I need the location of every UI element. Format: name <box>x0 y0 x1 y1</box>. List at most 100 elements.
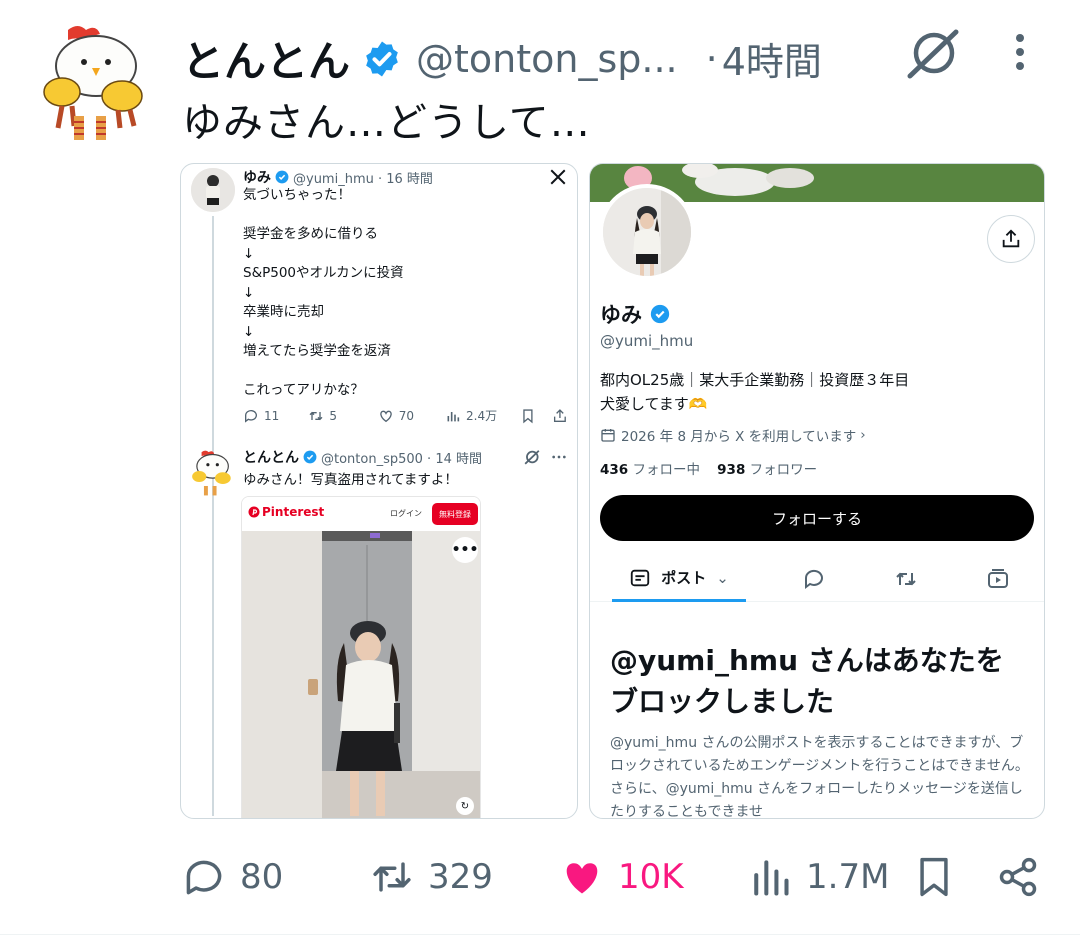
share-button[interactable] <box>996 852 1040 902</box>
reply-stat: 11 <box>243 408 308 424</box>
verified-badge-icon <box>275 170 289 184</box>
quoted-tweet-actions: 11 5 70 2.4万 <box>243 407 573 424</box>
tweet-time[interactable]: 4時間 <box>722 31 822 86</box>
author-handle[interactable]: @tonton_sp... <box>416 37 678 81</box>
verified-badge-icon <box>650 304 670 324</box>
profile-joined-text: 2026 年 8 月から X を利用しています <box>621 429 857 445</box>
like-count: 70 <box>398 408 414 423</box>
chicken-avatar <box>192 450 231 496</box>
x-logo-icon <box>550 169 566 185</box>
like-count: 10K <box>618 857 684 897</box>
pinterest-p-icon <box>248 506 260 518</box>
yumi-avatar <box>191 168 235 212</box>
views-count: 1.7M <box>806 857 890 897</box>
profile-follow-stats: 436 フォロー中 938 フォロワー <box>600 458 817 478</box>
repost-count: 329 <box>428 857 493 897</box>
like-button[interactable]: 10K <box>560 852 684 902</box>
more-options-icon <box>552 455 566 459</box>
repost-icon <box>309 411 323 420</box>
reply-count: 80 <box>240 857 284 897</box>
tweet-header: とんとん @tonton_sp... · 4時間 <box>182 28 822 89</box>
reply-icon <box>244 409 257 423</box>
media-icon <box>988 569 1008 588</box>
reply-icon <box>804 569 823 589</box>
follow-button: フォローする <box>600 495 1034 541</box>
more-options-icon[interactable] <box>1006 32 1034 72</box>
quoted-tweet-header: ゆみ @yumi_hmu · 16 時間 <box>243 167 433 187</box>
elevator-photo <box>242 531 480 818</box>
followers-label: フォロワー <box>749 462 818 478</box>
bookmark-icon <box>920 857 948 897</box>
bookmark-icon <box>523 408 533 423</box>
quoted-handle-time: @yumi_hmu · 16 時間 <box>293 171 433 187</box>
chicken-avatar[interactable] <box>38 22 156 144</box>
following-count: 436 <box>600 462 629 478</box>
media-image-thread[interactable]: ゆみ @yumi_hmu · 16 時間 気づいちゃった！ 奨学金を多めに借りる… <box>180 163 578 819</box>
verified-badge-icon <box>303 450 317 464</box>
reply-count: 11 <box>264 408 280 423</box>
pinterest-signup-button: 無料登録 <box>432 503 478 525</box>
tab-replies <box>790 556 838 602</box>
profile-share-button <box>987 215 1035 263</box>
pinterest-logo: Pinterest <box>248 505 324 519</box>
share-icon <box>554 408 567 422</box>
views-stat: 2.4万 <box>445 407 520 424</box>
chevron-right-icon: › <box>860 427 866 443</box>
share-icon <box>1002 229 1020 248</box>
repost-icon <box>896 572 916 586</box>
blocked-body: @yumi_hmu さんの公開ポストを表示することはできますが、ブロックされてい… <box>610 735 1029 819</box>
bookmark-button[interactable] <box>912 852 956 902</box>
repost-count: 5 <box>329 408 337 423</box>
profile-avatar <box>599 184 695 280</box>
reply-handle-time: @tonton_sp500 · 14 時間 <box>321 451 482 467</box>
media-image-profile[interactable]: ゆみ @yumi_hmu 都内OL25歳｜某大手企業勤務｜投資歴３年目 犬愛して… <box>589 163 1045 819</box>
repost-stat: 5 <box>308 408 377 424</box>
views-button[interactable]: 1.7M <box>748 852 889 902</box>
profile-handle: @yumi_hmu <box>600 332 694 350</box>
reply-button[interactable]: 80 <box>182 852 283 902</box>
profile-display-name: ゆみ <box>600 303 642 327</box>
blocked-title: @yumi_hmu さんはあなたをブロックしました <box>610 644 1004 718</box>
followers-count: 938 <box>717 462 746 478</box>
tab-reposts <box>882 556 930 602</box>
pinterest-topbar: Pinterest ログイン 無料登録 <box>242 497 480 531</box>
repost-icon <box>373 862 411 892</box>
reply-tweet-text: ゆみさん！写真盗用されてますよ！ <box>243 472 458 488</box>
tweet-action-bar: 80 329 10K 1.7M <box>0 852 1080 902</box>
share-icon <box>999 857 1037 897</box>
profile-tabs: ポスト ⌄ <box>590 556 1044 602</box>
divider <box>0 934 1080 935</box>
views-chart-icon <box>447 411 460 421</box>
heart-icon <box>379 410 392 422</box>
views-count: 2.4万 <box>466 409 498 423</box>
chevron-down-icon: ⌄ <box>716 568 729 587</box>
heart-filled-icon <box>566 863 598 894</box>
pinterest-share-icon: ↻ <box>456 797 474 815</box>
reply-icon <box>186 860 222 895</box>
following-label: フォロー中 <box>632 462 700 478</box>
pinterest-login: ログイン <box>390 509 422 518</box>
author-name[interactable]: とんとん <box>182 28 350 89</box>
reply-author-name: とんとん <box>243 450 299 466</box>
pinterest-brand: Pinterest <box>262 505 325 519</box>
verified-badge-icon <box>366 41 398 76</box>
tab-posts: ポスト ⌄ <box>612 556 746 602</box>
posts-icon <box>631 569 650 586</box>
tab-posts-label: ポスト <box>661 569 707 587</box>
profile-name: ゆみ <box>600 299 670 329</box>
thread-line <box>212 216 214 816</box>
grok-icon <box>524 450 540 465</box>
views-chart-icon <box>754 860 789 896</box>
reply-tweet-header: とんとん @tonton_sp500 · 14 時間 <box>243 447 482 467</box>
pinterest-screenshot: Pinterest ログイン 無料登録 ••• ↻ <box>241 496 481 818</box>
tweet-text: ゆみさん…どうして… <box>182 100 591 146</box>
separator-dot: · <box>705 36 718 81</box>
grok-icon[interactable] <box>904 26 962 80</box>
repost-button[interactable]: 329 <box>370 852 493 902</box>
tab-media <box>974 556 1022 602</box>
profile-bio: 都内OL25歳｜某大手企業勤務｜投資歴３年目 犬愛してます🫶 <box>600 371 910 413</box>
calendar-icon <box>601 429 615 442</box>
profile-joined: 2026 年 8 月から X を利用しています › <box>600 425 866 445</box>
quoted-tweet-text: 気づいちゃった！ 奨学金を多めに借りる ↓ S&P500やオルカンに投資 ↓ 卒… <box>243 187 404 398</box>
quoted-author-name: ゆみ <box>243 170 271 186</box>
